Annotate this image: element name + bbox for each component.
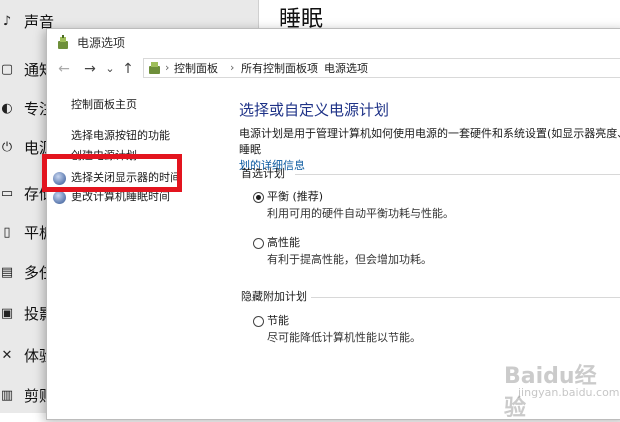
hidden-plans-header[interactable]: 隐藏附加计划 bbox=[241, 290, 307, 304]
balanced-plan-radio[interactable] bbox=[253, 192, 264, 203]
main-title: 选择或自定义电源计划 bbox=[239, 101, 390, 119]
sleep-time-shield-icon bbox=[53, 191, 66, 204]
power-icon: ⏻ bbox=[1, 140, 13, 155]
watermark-subtext: jingyan.baidu.com bbox=[518, 386, 620, 399]
storage-icon: ▭ bbox=[0, 186, 14, 201]
forward-arrow-icon[interactable]: → bbox=[81, 59, 99, 79]
main-description: 电源计划是用于管理计算机如何使用电源的一套硬件和系统设置(如显示器亮度、睡眠 划… bbox=[239, 126, 620, 174]
recent-locations-chevron-icon[interactable]: ⌄ bbox=[101, 59, 119, 79]
title-bar: 电源选项 bbox=[47, 29, 620, 57]
section-divider bbox=[311, 297, 620, 298]
tablet-icon: ▯ bbox=[3, 225, 11, 240]
power-options-icon bbox=[58, 35, 68, 49]
window-title: 电源选项 bbox=[77, 36, 126, 50]
up-arrow-icon[interactable]: ↑ bbox=[119, 59, 137, 79]
breadcrumb-separator-icon: › bbox=[230, 61, 235, 74]
breadcrumb-power-options[interactable]: 电源选项 bbox=[324, 62, 368, 76]
back-arrow-icon[interactable]: ← bbox=[55, 59, 73, 79]
sleep-time-link[interactable]: 更改计算机睡眠时间 bbox=[71, 190, 170, 204]
speaker-icon: ♪ bbox=[2, 14, 12, 29]
shared-experience-icon: ✕ bbox=[1, 348, 13, 363]
preferred-plans-header: 首选计划 bbox=[241, 167, 285, 180]
address-bar[interactable]: › 控制面板 › 所有控制面板项 › 电源选项 bbox=[143, 58, 620, 78]
high-performance-plan-radio[interactable] bbox=[253, 238, 264, 249]
section-divider bbox=[295, 174, 620, 175]
breadcrumb-control-panel[interactable]: 控制面板 bbox=[174, 62, 218, 76]
highlight-box bbox=[42, 154, 182, 192]
focus-assist-icon: ◐ bbox=[1, 101, 13, 116]
control-panel-icon bbox=[149, 62, 160, 74]
navigation-bar: ← → ⌄ ↑ › 控制面板 › 所有控制面板项 › 电源选项 bbox=[47, 57, 620, 81]
description-text: 电源计划是用于管理计算机如何使用电源的一套硬件和系统设置(如显示器亮度、睡眠 bbox=[239, 127, 620, 156]
high-performance-plan-description: 有利于提高性能，但会增加功耗。 bbox=[267, 253, 432, 266]
multitasking-icon: ▤ bbox=[0, 265, 14, 280]
projecting-icon: ▣ bbox=[0, 306, 14, 321]
notification-icon: ▢ bbox=[0, 62, 14, 77]
balanced-plan-name[interactable]: 平衡 (推荐) bbox=[267, 190, 323, 204]
high-performance-plan-name[interactable]: 高性能 bbox=[267, 236, 300, 250]
breadcrumb-all-items[interactable]: 所有控制面板项 bbox=[241, 62, 318, 76]
power-buttons-link[interactable]: 选择电源按钮的功能 bbox=[71, 129, 170, 143]
watermark: Baidu经验 jingyan.baidu.com bbox=[492, 356, 620, 421]
power-saver-plan-name[interactable]: 节能 bbox=[267, 314, 289, 328]
breadcrumb-separator-icon: › bbox=[313, 61, 318, 74]
control-panel-home-link[interactable]: 控制面板主页 bbox=[71, 98, 137, 112]
power-saver-plan-radio[interactable] bbox=[253, 316, 264, 327]
breadcrumb-separator-icon: › bbox=[165, 61, 170, 74]
clipboard-icon: ▥ bbox=[0, 388, 14, 403]
power-saver-plan-description: 尽可能降低计算机性能以节能。 bbox=[267, 331, 421, 344]
balanced-plan-description: 利用可用的硬件自动平衡功耗与性能。 bbox=[267, 207, 454, 220]
